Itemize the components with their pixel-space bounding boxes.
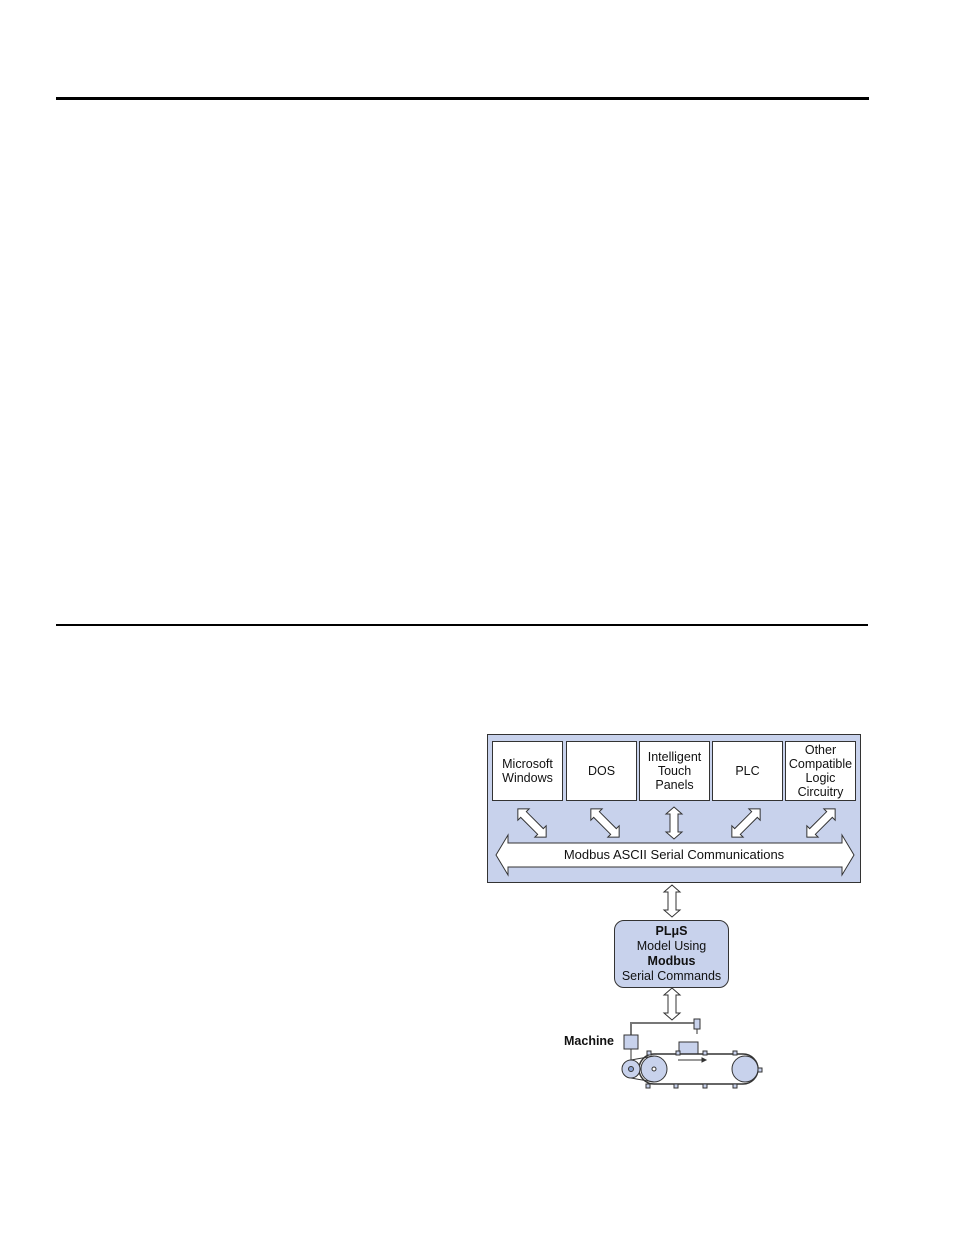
controller-text: Serial Commands bbox=[621, 969, 722, 983]
machine-label: Machine bbox=[564, 1034, 615, 1048]
connector-arrows bbox=[621, 884, 763, 1089]
conveyor-machine-icon bbox=[621, 1018, 763, 1089]
double-arrow-icon bbox=[662, 987, 682, 1021]
controller-protocol: Modbus bbox=[647, 954, 696, 968]
double-arrow-icon bbox=[662, 884, 682, 918]
controller-text: Model Using bbox=[636, 939, 707, 953]
plus-controller-box: PLμS Model Using Modbus Serial Commands bbox=[614, 920, 729, 988]
controller-model-name: PLμS bbox=[655, 924, 688, 938]
